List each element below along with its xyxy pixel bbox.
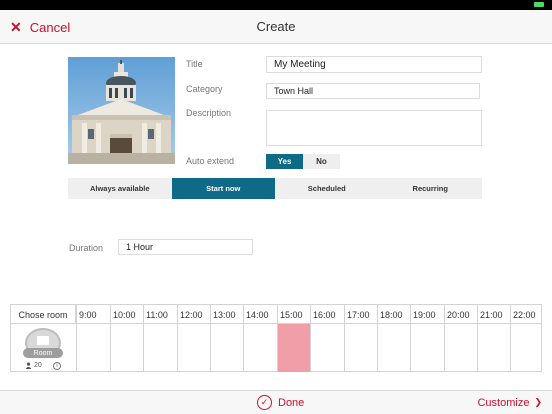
done-label: Done <box>278 396 305 409</box>
checkmark-icon: ✓ <box>257 395 272 410</box>
battery-icon <box>534 2 544 7</box>
auto-extend-no-button[interactable]: No <box>303 154 340 169</box>
customize-label: Customize <box>477 397 530 409</box>
person-icon <box>25 362 32 369</box>
hour-label: 20:00 <box>444 305 477 324</box>
hour-label: 16:00 <box>310 305 344 324</box>
hour-label: 12:00 <box>177 305 210 324</box>
timeline-header: Chose room 9:00 10:00 11:00 12:00 13:00 … <box>11 305 541 324</box>
hour-label: 21:00 <box>477 305 510 324</box>
auto-extend-yes-button[interactable]: Yes <box>266 154 303 169</box>
room-timeline: Chose room 9:00 10:00 11:00 12:00 13:00 … <box>10 304 542 372</box>
hour-label: 11:00 <box>143 305 177 324</box>
mode-recurring[interactable]: Recurring <box>379 178 483 199</box>
time-slot[interactable] <box>110 324 143 372</box>
time-slot[interactable] <box>510 324 541 372</box>
time-slot-selected[interactable] <box>277 324 310 372</box>
status-bar <box>0 0 552 10</box>
info-icon[interactable]: i <box>53 362 61 370</box>
hour-label: 18:00 <box>377 305 410 324</box>
hour-label: 10:00 <box>110 305 143 324</box>
auto-extend-toggle: Yes No <box>266 154 340 169</box>
auto-extend-label: Auto extend <box>186 156 235 166</box>
room-column-header: Chose room <box>11 305 76 324</box>
availability-mode-selector: Always available Start now Scheduled Rec… <box>68 178 482 199</box>
hour-label: 15:00 <box>277 305 310 324</box>
hour-label: 14:00 <box>243 305 277 324</box>
time-slot[interactable] <box>76 324 110 372</box>
hour-label: 22:00 <box>510 305 541 324</box>
mode-start-now[interactable]: Start now <box>171 178 275 199</box>
time-slot[interactable] <box>410 324 444 372</box>
mode-scheduled[interactable]: Scheduled <box>275 178 379 199</box>
screen-icon <box>37 336 49 345</box>
bottom-toolbar: ✓ Done Customize ❯ <box>0 390 552 414</box>
page-title: Create <box>256 19 296 34</box>
time-slot[interactable] <box>377 324 410 372</box>
time-slot[interactable] <box>243 324 277 372</box>
time-slot[interactable] <box>444 324 477 372</box>
category-select[interactable]: Town Hall <box>266 83 480 99</box>
title-input[interactable]: My Meeting <box>266 56 482 73</box>
time-slot[interactable] <box>210 324 243 372</box>
time-slot[interactable] <box>177 324 210 372</box>
done-button[interactable]: ✓ Done <box>257 395 304 410</box>
title-label: Title <box>186 59 203 69</box>
category-label: Category <box>186 84 223 94</box>
description-label: Description <box>186 108 232 118</box>
time-slot[interactable] <box>477 324 510 372</box>
time-slot[interactable] <box>310 324 344 372</box>
hour-label: 9:00 <box>76 305 110 324</box>
navigation-bar: ✕ Cancel Create <box>0 10 552 44</box>
description-textarea[interactable] <box>266 110 482 146</box>
hour-label: 19:00 <box>410 305 444 324</box>
room-card[interactable]: Room 20 i <box>11 324 76 372</box>
hour-label: 13:00 <box>210 305 243 324</box>
capacity-value: 20 <box>34 362 42 369</box>
duration-select[interactable]: 1 Hour <box>118 239 253 255</box>
venue-photo[interactable] <box>68 57 175 164</box>
time-slot[interactable] <box>143 324 177 372</box>
room-name: Room <box>23 348 63 358</box>
building-image <box>68 57 175 164</box>
customize-button[interactable]: Customize ❯ <box>477 397 542 409</box>
hour-label: 17:00 <box>344 305 377 324</box>
duration-label: Duration <box>69 243 104 253</box>
chevron-right-icon: ❯ <box>534 398 542 408</box>
mode-always-available[interactable]: Always available <box>68 178 172 199</box>
time-slot[interactable] <box>344 324 377 372</box>
room-capacity: 20 <box>25 362 42 369</box>
